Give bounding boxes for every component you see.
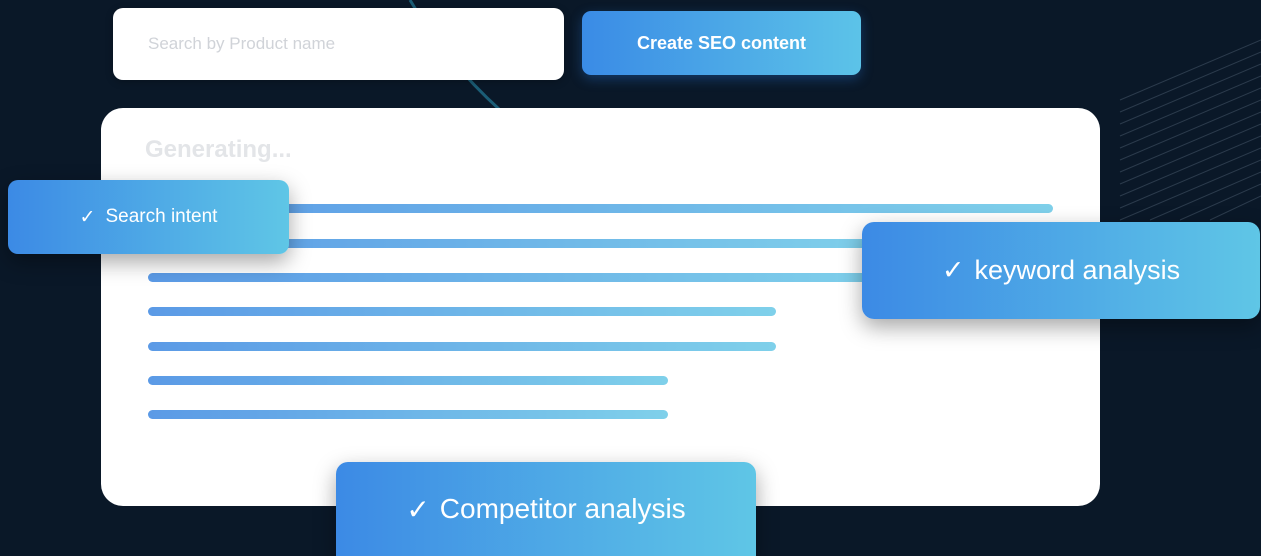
content-placeholder-line [148, 376, 668, 385]
checkmark-icon: ✓ [79, 206, 96, 228]
content-placeholder-line [148, 410, 668, 419]
create-seo-content-button[interactable]: Create SEO content [582, 11, 861, 75]
generating-title: Generating... [145, 136, 292, 163]
search-box[interactable] [113, 8, 564, 80]
search-input[interactable] [146, 33, 564, 55]
search-intent-badge[interactable]: ✓ Search intent [8, 180, 289, 254]
content-placeholder-line [148, 273, 883, 282]
content-placeholder-line [148, 342, 776, 351]
competitor-analysis-label: Competitor analysis [439, 493, 686, 524]
competitor-analysis-badge[interactable]: ✓ Competitor analysis [336, 462, 756, 556]
checkmark-icon: ✓ [941, 255, 965, 285]
keyword-analysis-badge[interactable]: ✓ keyword analysis [862, 222, 1260, 319]
checkmark-icon: ✓ [406, 493, 430, 525]
content-placeholder-line [148, 307, 776, 316]
search-intent-label: Search intent [105, 206, 218, 227]
keyword-analysis-label: keyword analysis [974, 255, 1181, 285]
